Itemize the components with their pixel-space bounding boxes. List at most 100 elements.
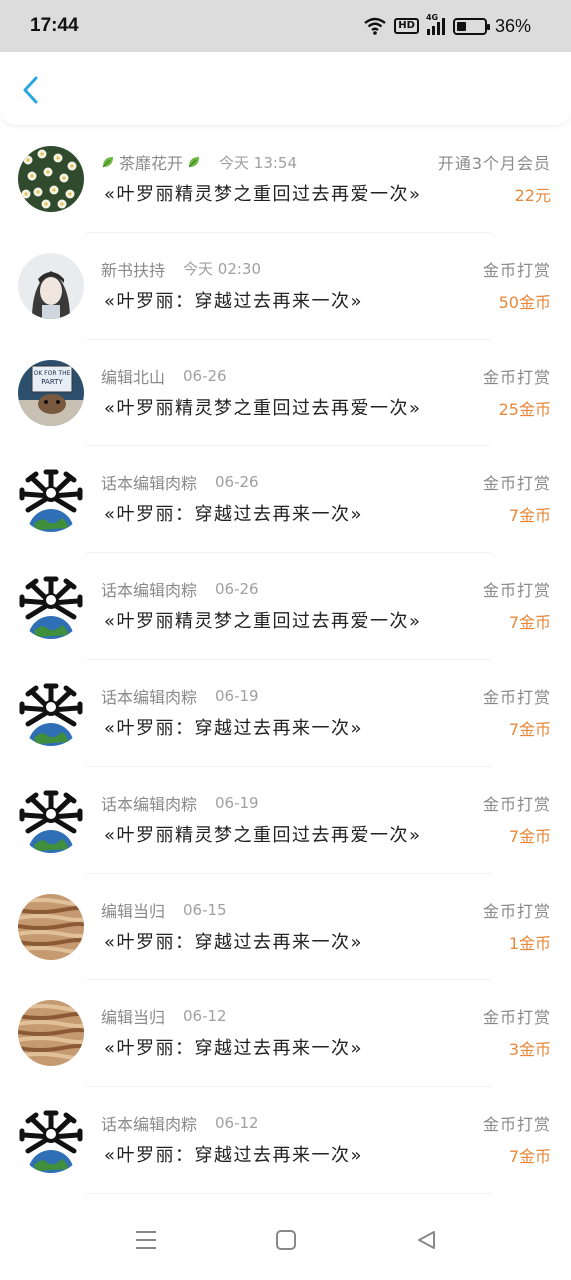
sender-line: 话本编辑肉粽 06-26 <box>101 470 259 494</box>
reward-record-row[interactable]: 话本编辑肉粽 06-12 «叶罗丽：穿越过去再来一次» 金币打赏 7金币 <box>0 1087 571 1194</box>
book-title: «叶罗丽：穿越过去再来一次» <box>104 290 364 312</box>
menu-icon[interactable] <box>131 1225 161 1255</box>
record-time: 06-26 <box>215 473 259 492</box>
reward-record-row[interactable]: 话本编辑肉粽 06-19 «叶罗丽：穿越过去再来一次» 金币打赏 7金币 <box>0 660 571 767</box>
reward-type: 金币打赏 <box>482 1008 551 1028</box>
avatar[interactable]: OK FOR THE PARTY <box>18 359 84 426</box>
hd-icon: HD <box>394 18 419 34</box>
book-title: «叶罗丽：穿越过去再来一次» <box>104 1145 364 1167</box>
reward-type: 金币打赏 <box>482 1115 551 1135</box>
reward-amount: 3金币 <box>508 1040 551 1060</box>
record-time: 06-19 <box>215 686 259 705</box>
record-time: 06-12 <box>183 1007 227 1026</box>
sender-line: 话本编辑肉粽 06-19 <box>101 791 259 815</box>
avatar[interactable] <box>18 679 84 746</box>
sender-line: 话本编辑肉粽 06-26 <box>101 577 259 601</box>
reward-type: 金币打赏 <box>482 260 551 280</box>
reward-record-row[interactable]: 茶靡花开 今天 13:54 «叶罗丽精灵梦之重回过去再爱一次» 开通3个月会员 2… <box>0 126 571 233</box>
sender-name: 话本编辑肉粽 <box>101 581 198 601</box>
sender-line: 话本编辑肉粽 06-12 <box>101 1111 259 1135</box>
avatar[interactable] <box>18 1000 84 1067</box>
avatar[interactable] <box>18 786 84 853</box>
sender-name: 话本编辑肉粽 <box>101 687 198 707</box>
book-title: «叶罗丽：穿越过去再来一次» <box>104 504 364 526</box>
leaf-icon <box>188 157 200 168</box>
book-title: «叶罗丽：穿越过去再来一次» <box>104 1038 364 1060</box>
sender-name: 话本编辑肉粽 <box>101 474 198 494</box>
reward-type: 开通3个月会员 <box>437 154 551 173</box>
reward-amount: 50金币 <box>498 292 551 312</box>
leaf-icon <box>102 157 113 168</box>
battery-percent: 36% <box>494 15 531 36</box>
sender-line: 新书扶持 今天 02:30 <box>101 257 261 281</box>
status-time: 17:44 <box>30 15 79 36</box>
reward-type: 金币打赏 <box>482 901 551 921</box>
book-title: «叶罗丽精灵梦之重回过去再爱一次» <box>104 824 422 846</box>
reward-amount: 7金币 <box>508 719 551 739</box>
home-icon[interactable] <box>271 1225 301 1255</box>
back-chevron-icon[interactable] <box>18 74 46 106</box>
reward-record-row[interactable]: 新书扶持 今天 02:30 «叶罗丽：穿越过去再来一次» 金币打赏 50金币 <box>0 233 571 340</box>
header <box>0 52 571 126</box>
sender-name: 编辑北山 <box>101 367 166 387</box>
record-time: 06-15 <box>183 900 227 919</box>
reward-record-row[interactable]: 话本编辑肉粽 06-26 «叶罗丽精灵梦之重回过去再爱一次» 金币打赏 7金币 <box>0 553 571 660</box>
avatar[interactable] <box>18 1107 84 1174</box>
svg-text:PARTY: PARTY <box>41 378 63 386</box>
svg-text:OK FOR THE: OK FOR THE <box>34 370 71 377</box>
record-time: 今天 13:54 <box>219 153 298 172</box>
avatar[interactable] <box>18 466 84 533</box>
reward-record-row[interactable]: 话本编辑肉粽 06-26 «叶罗丽：穿越过去再来一次» 金币打赏 7金币 <box>0 446 571 554</box>
reward-record-list: 茶靡花开 今天 13:54 «叶罗丽精灵梦之重回过去再爱一次» 开通3个月会员 2… <box>0 126 571 1194</box>
reward-amount: 1金币 <box>508 933 551 953</box>
record-time: 06-26 <box>215 580 259 599</box>
reward-type: 金币打赏 <box>482 687 551 707</box>
sender-name: 编辑当归 <box>101 1008 166 1028</box>
wifi-icon <box>364 17 387 35</box>
reward-type: 金币打赏 <box>482 367 551 387</box>
book-title: «叶罗丽：穿越过去再来一次» <box>104 931 364 953</box>
sender-line: 编辑当归 06-15 <box>101 898 227 922</box>
sender-line: 编辑北山 06-26 <box>101 364 227 388</box>
avatar[interactable] <box>18 573 84 640</box>
book-title: «叶罗丽精灵梦之重回过去再爱一次» <box>104 611 422 633</box>
reward-amount: 7金币 <box>508 613 551 633</box>
reward-amount: 7金币 <box>508 1147 551 1167</box>
record-time: 今天 02:30 <box>183 260 262 279</box>
reward-amount: 7金币 <box>508 506 551 526</box>
sender-line: 编辑当归 06-12 <box>101 1004 227 1028</box>
book-title: «叶罗丽精灵梦之重回过去再爱一次» <box>104 397 422 419</box>
avatar[interactable] <box>18 146 84 212</box>
reward-type: 金币打赏 <box>482 581 551 601</box>
reward-amount: 22元 <box>514 186 551 205</box>
row-divider <box>86 1192 491 1194</box>
avatar[interactable] <box>18 893 84 960</box>
sender-name: 编辑当归 <box>101 901 166 921</box>
reward-record-row[interactable]: 编辑当归 06-15 «叶罗丽：穿越过去再来一次» 金币打赏 1金币 <box>0 874 571 981</box>
record-time: 06-26 <box>183 366 227 385</box>
sender-name: 话本编辑肉粽 <box>101 794 198 814</box>
system-nav-bar <box>0 1200 571 1280</box>
back-triangle-icon[interactable] <box>411 1225 441 1255</box>
book-title: «叶罗丽精灵梦之重回过去再爱一次» <box>104 184 422 205</box>
reward-record-row[interactable]: 编辑当归 06-12 «叶罗丽：穿越过去再来一次» 金币打赏 3金币 <box>0 980 571 1088</box>
reward-type: 金币打赏 <box>482 474 551 494</box>
avatar[interactable] <box>18 252 84 319</box>
book-title: «叶罗丽：穿越过去再来一次» <box>104 717 364 739</box>
status-icons: HD 4G 36% <box>364 13 531 37</box>
sender-name: 新书扶持 <box>101 260 166 280</box>
reward-type: 金币打赏 <box>482 794 551 814</box>
record-time: 06-12 <box>215 1114 259 1133</box>
reward-record-row[interactable]: 话本编辑肉粽 06-19 «叶罗丽精灵梦之重回过去再爱一次» 金币打赏 7金币 <box>0 767 571 874</box>
reward-amount: 25金币 <box>498 399 551 419</box>
sender-line: 话本编辑肉粽 06-19 <box>101 684 259 708</box>
battery-icon <box>452 17 490 35</box>
record-time: 06-19 <box>215 793 259 812</box>
sender-name: 茶靡花开 <box>119 154 184 173</box>
reward-amount: 7金币 <box>508 826 551 846</box>
signal-icon: 4G <box>426 13 445 35</box>
sender-name: 话本编辑肉粽 <box>101 1115 198 1135</box>
reward-record-row[interactable]: OK FOR THE PARTY 编辑北山 06-26 «叶罗丽精灵梦之重回过去再… <box>0 340 571 447</box>
status-bar: 17:44 HD 4G 36% <box>0 0 571 52</box>
sender-line: 茶靡花开 今天 13:54 <box>101 150 297 174</box>
